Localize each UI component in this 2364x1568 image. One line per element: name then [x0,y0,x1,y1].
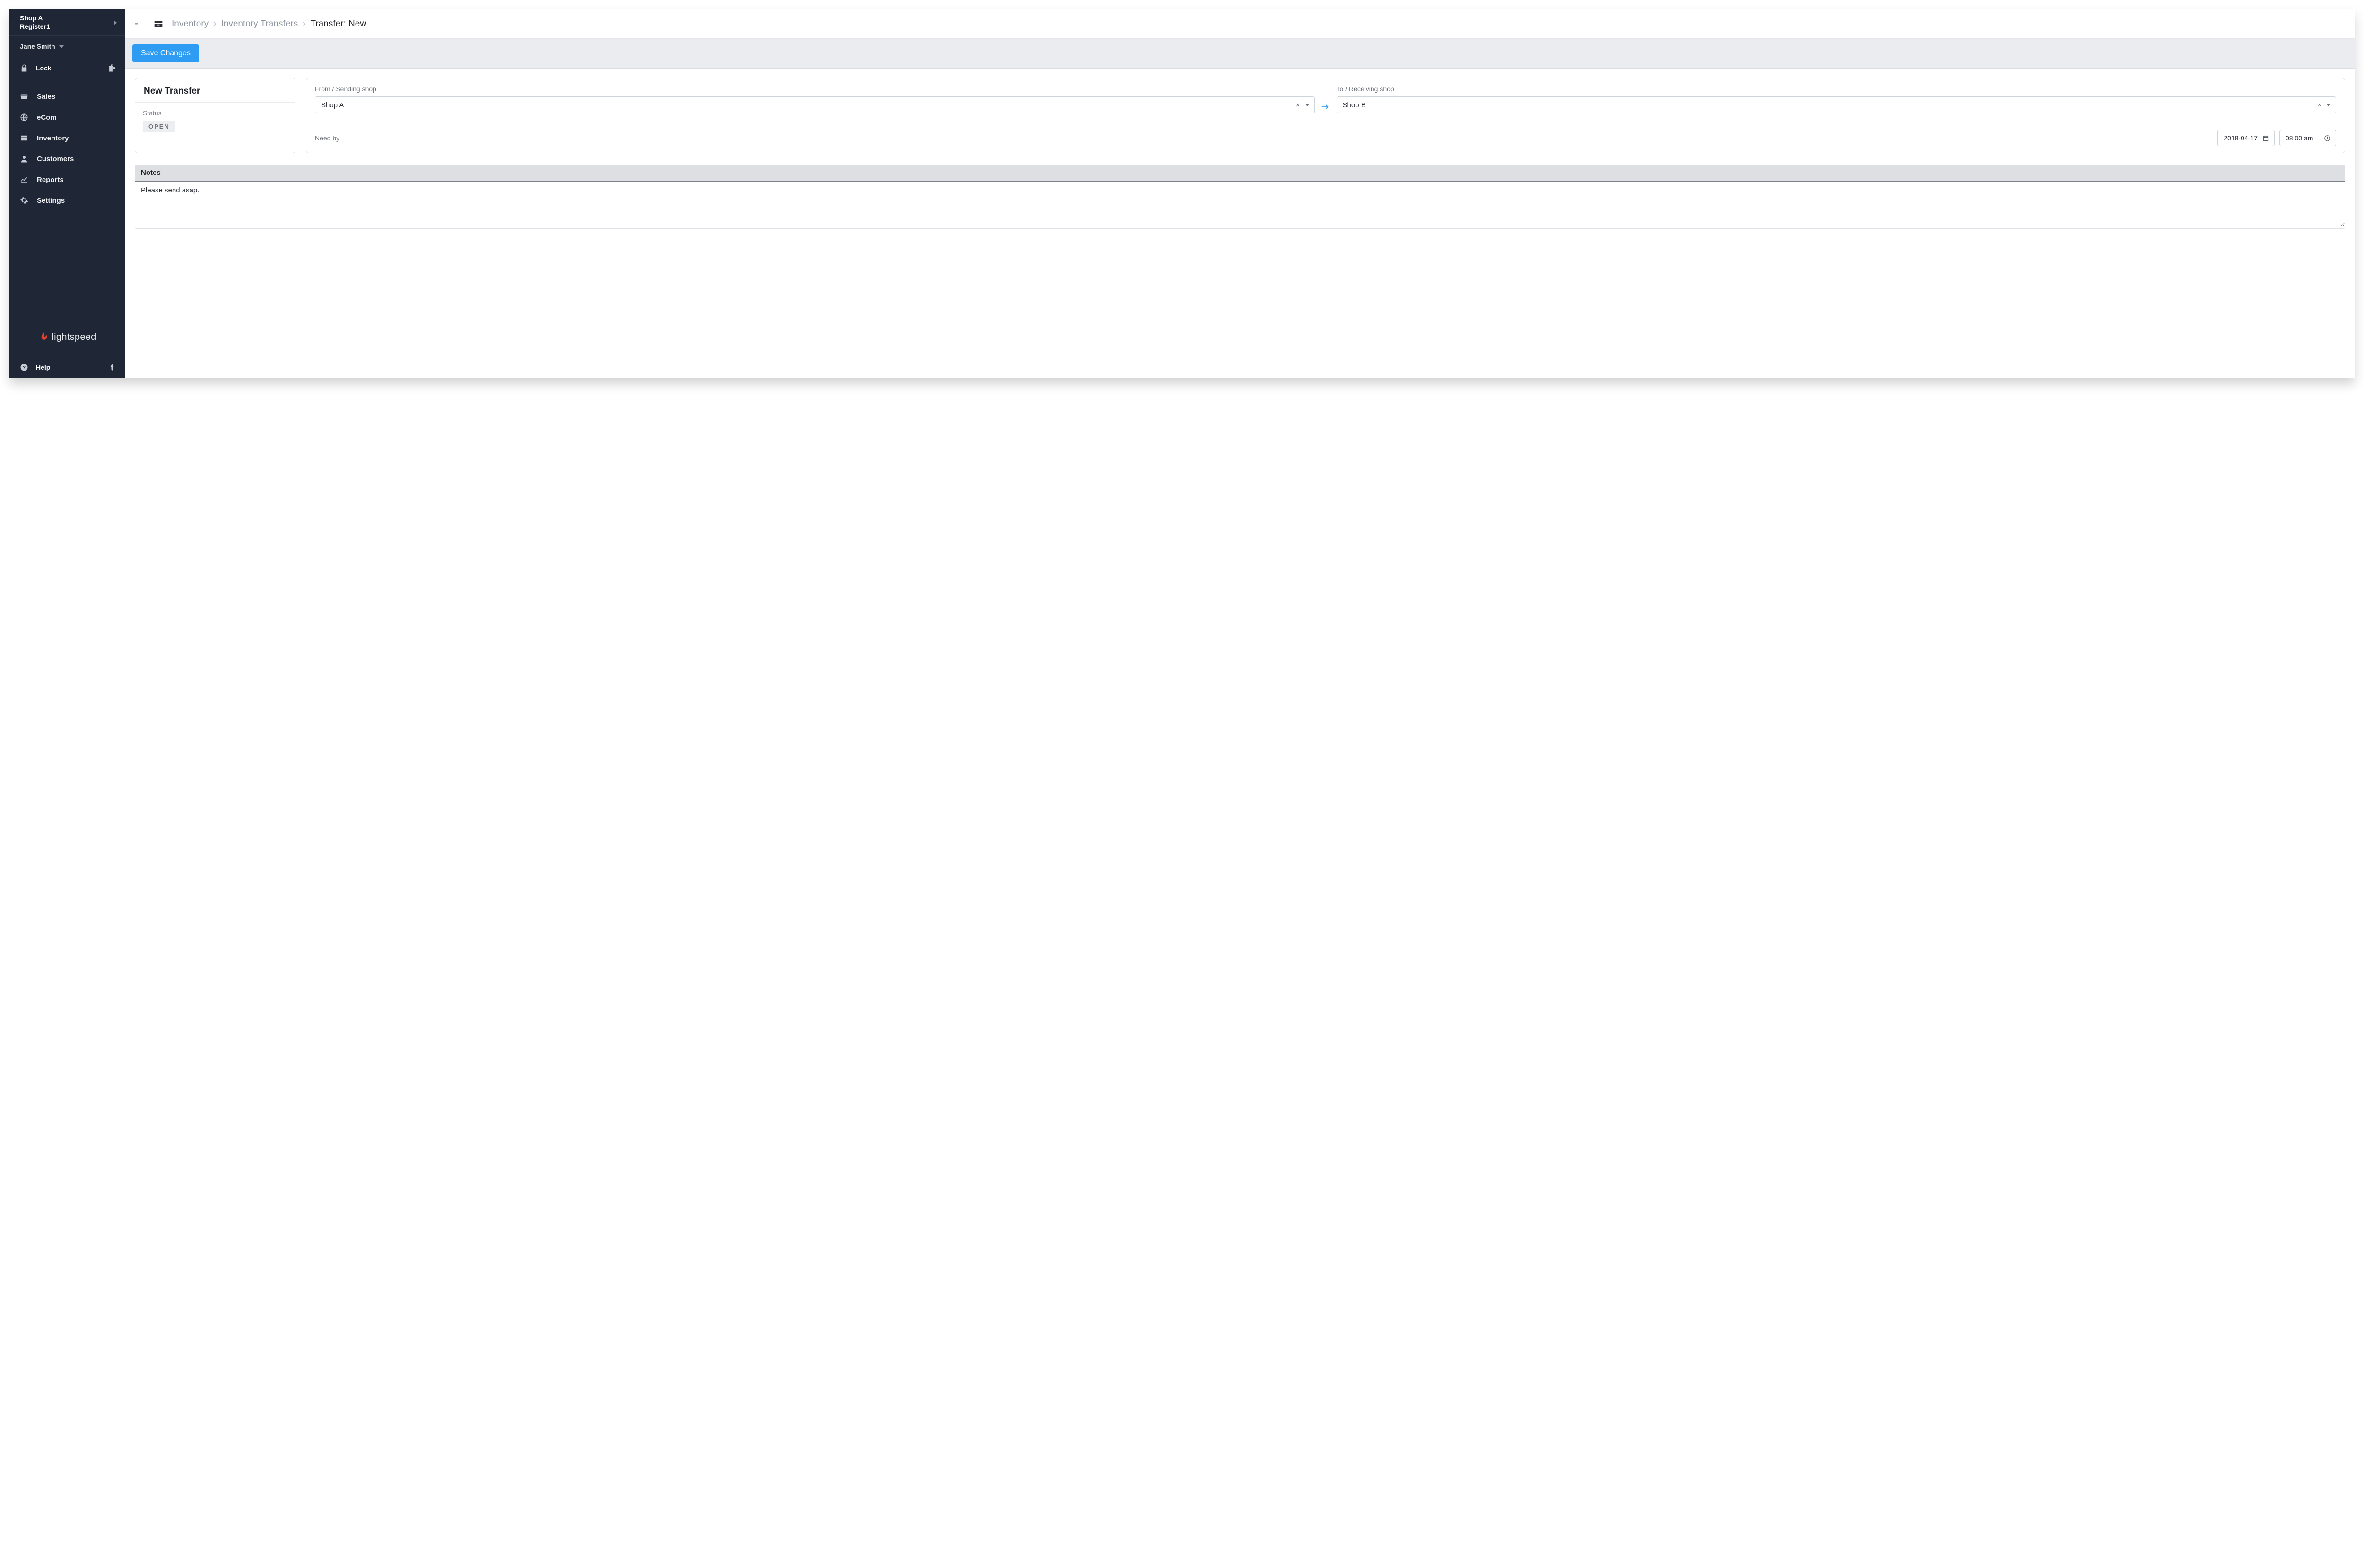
select-controls: × [1296,101,1310,109]
nav-label: eCom [37,113,57,121]
chart-icon [20,175,28,184]
sidebar: Shop A Register1 Jane Smith Lock Sales [9,9,125,378]
to-shop-select[interactable]: Shop B × [1337,96,2337,113]
menu-toggle-button[interactable] [135,9,145,39]
drawer-icon [20,134,28,142]
inventory-icon [154,20,163,28]
clock-icon [2324,135,2331,142]
from-shop-value: Shop A [321,101,344,109]
lock-button[interactable]: Lock [9,57,98,79]
sidebar-footer: ? Help [9,356,125,378]
transfer-status-card: New Transfer Status OPEN [135,78,296,153]
notes-section: Notes [135,165,2345,229]
breadcrumb-current: Transfer: New [310,19,366,29]
globe-icon [20,113,28,121]
arrow-right-icon [1321,103,1330,113]
nav-sales[interactable]: Sales [9,86,125,107]
need-by-row: Need by 2018-04-17 08:00 am [306,123,2345,153]
card-header: New Transfer [135,78,295,103]
sidebar-nav: Sales eCom Inventory Customers Reports [9,79,125,322]
chevron-down-icon [2326,104,2331,106]
notes-textarea[interactable] [135,182,2345,227]
time-value: 08:00 am [2286,134,2313,142]
shops-row: From / Sending shop Shop A × [306,78,2345,123]
help-icon: ? [20,363,28,372]
cash-register-icon [20,92,28,101]
from-shop-select[interactable]: Shop A × [315,96,1315,113]
nav-label: Customers [37,155,74,163]
to-shop-value: Shop B [1343,101,1366,109]
shop-register-block: Shop A Register1 [20,14,50,31]
from-shop-column: From / Sending shop Shop A × [315,85,1315,113]
shop-name: Shop A [20,14,50,23]
main: Inventory › Inventory Transfers › Transf… [125,9,2355,378]
lock-label: Lock [36,64,52,72]
svg-text:?: ? [23,365,26,371]
register-name: Register1 [20,23,50,31]
card-body: Status OPEN [135,103,295,141]
nav-label: Settings [37,197,65,205]
user-menu[interactable]: Jane Smith [9,36,125,57]
pin-sidebar-button[interactable] [98,356,125,378]
transfer-title: New Transfer [144,86,287,96]
to-shop-column: To / Receiving shop Shop B × [1337,85,2337,113]
chevron-down-icon [59,45,64,48]
logout-icon [108,64,116,72]
breadcrumb-section[interactable]: Inventory Transfers [221,19,298,29]
breadcrumb-root[interactable]: Inventory [172,19,209,29]
need-by-date-input[interactable]: 2018-04-17 [2217,130,2275,146]
nav-settings[interactable]: Settings [9,190,125,211]
nav-label: Reports [37,176,64,184]
transfer-cards-row: New Transfer Status OPEN From / Sending … [135,78,2345,153]
content: New Transfer Status OPEN From / Sending … [125,69,2355,378]
brand-logo: lightspeed [9,322,125,356]
clear-icon[interactable]: × [2317,101,2321,109]
nav-label: Sales [37,93,55,101]
pin-icon [108,363,116,372]
need-by-time-input[interactable]: 08:00 am [2279,130,2336,146]
help-label: Help [36,364,50,371]
chevron-right-icon: › [303,19,305,29]
hamburger-icon [135,19,138,29]
shop-register-switcher[interactable]: Shop A Register1 [9,9,125,36]
chevron-right-icon [114,20,117,25]
user-name: Jane Smith [20,43,55,50]
select-controls: × [2317,101,2331,109]
save-changes-button[interactable]: Save Changes [132,44,199,62]
transfer-shops-card: From / Sending shop Shop A × [306,78,2345,153]
notes-heading: Notes [135,165,2345,182]
help-button[interactable]: ? Help [9,356,98,378]
lock-row: Lock [9,57,125,79]
lock-icon [20,64,28,72]
status-label: Status [143,109,287,117]
chevron-down-icon [1305,104,1310,106]
to-shop-label: To / Receiving shop [1337,85,2337,93]
date-value: 2018-04-17 [2224,134,2258,142]
flame-icon [38,331,48,343]
need-by-label: Need by [315,134,339,142]
nav-label: Inventory [37,134,69,142]
from-shop-label: From / Sending shop [315,85,1315,93]
user-icon [20,155,28,163]
nav-reports[interactable]: Reports [9,169,125,190]
topbar: Inventory › Inventory Transfers › Transf… [125,9,2355,39]
gear-icon [20,196,28,205]
action-bar: Save Changes [125,39,2355,69]
calendar-icon [2262,135,2269,142]
nav-customers[interactable]: Customers [9,148,125,169]
need-by-inputs: 2018-04-17 08:00 am [2217,130,2336,146]
nav-inventory[interactable]: Inventory [9,128,125,148]
status-badge: OPEN [143,121,175,132]
chevron-right-icon: › [213,19,216,29]
nav-ecom[interactable]: eCom [9,107,125,128]
breadcrumb: Inventory › Inventory Transfers › Transf… [172,19,366,29]
logout-button[interactable] [98,57,125,79]
clear-icon[interactable]: × [1296,101,1300,109]
brand-text: lightspeed [52,332,96,343]
